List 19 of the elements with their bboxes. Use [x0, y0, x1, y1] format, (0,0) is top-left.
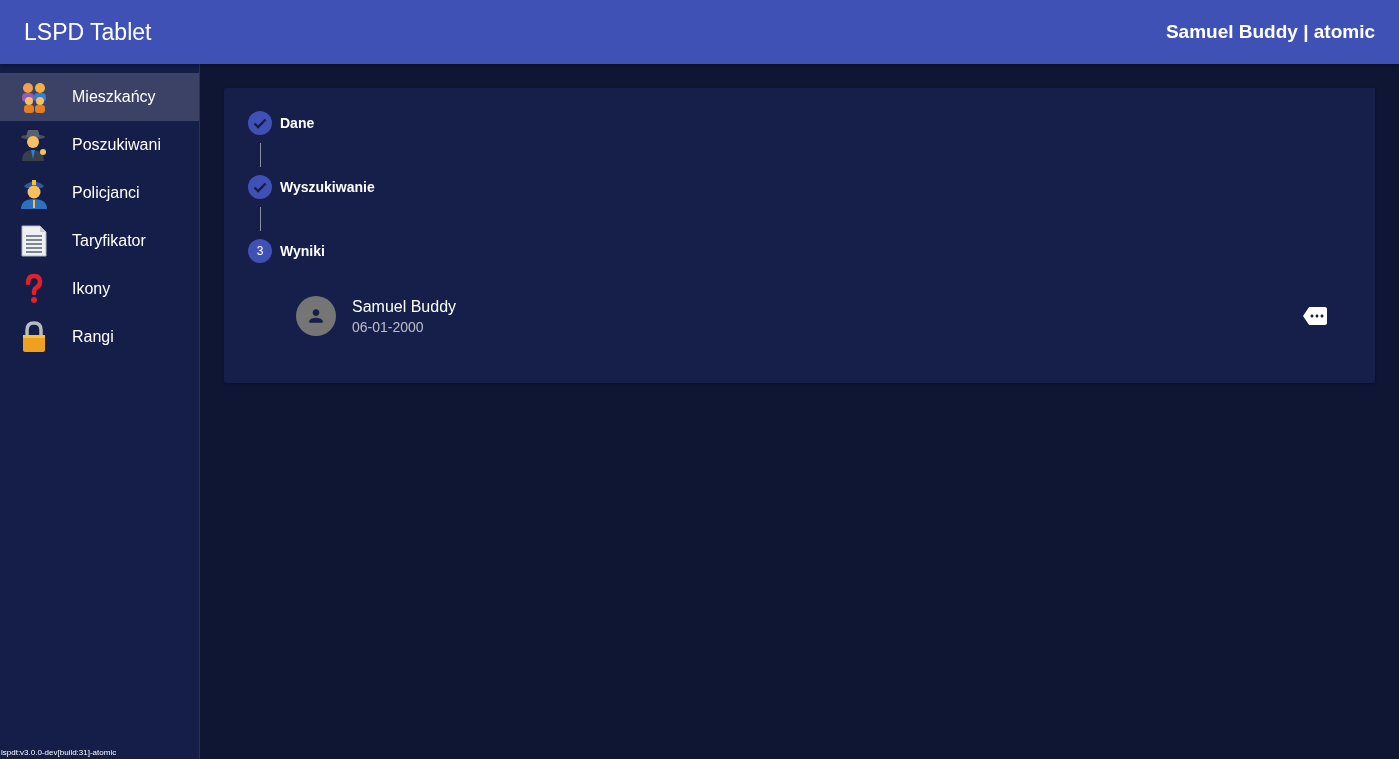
user-name: Samuel Buddy | atomic	[1165, 21, 1375, 43]
version-text: lspdt:v3.0.0-dev[build:31]-atomic	[0, 748, 118, 759]
document-icon	[18, 225, 50, 257]
step-label: Wyniki	[280, 243, 325, 259]
sidebar-item[interactable]: Policjanci	[0, 169, 199, 217]
sidebar-item[interactable]: Mieszkańcy	[0, 73, 199, 121]
sidebar-item[interactable]: Taryfikator	[0, 217, 199, 265]
step-number: 3	[248, 239, 272, 263]
step-label: Wyszukiwanie	[280, 179, 375, 195]
sidebar-item[interactable]: Poszukiwani	[0, 121, 199, 169]
result-date: 06-01-2000	[352, 318, 425, 335]
app-title: LSPD Tablet	[24, 18, 152, 46]
police-officer-icon	[18, 177, 50, 209]
result-name: Samuel Buddy	[352, 297, 458, 316]
sidebar-item[interactable]: Rangi	[0, 313, 199, 361]
more-icon[interactable]	[1303, 307, 1327, 325]
sidebar-item[interactable]: Ikony	[0, 265, 199, 313]
step-label: Dane	[280, 115, 315, 131]
person-avatar-icon	[296, 296, 336, 336]
